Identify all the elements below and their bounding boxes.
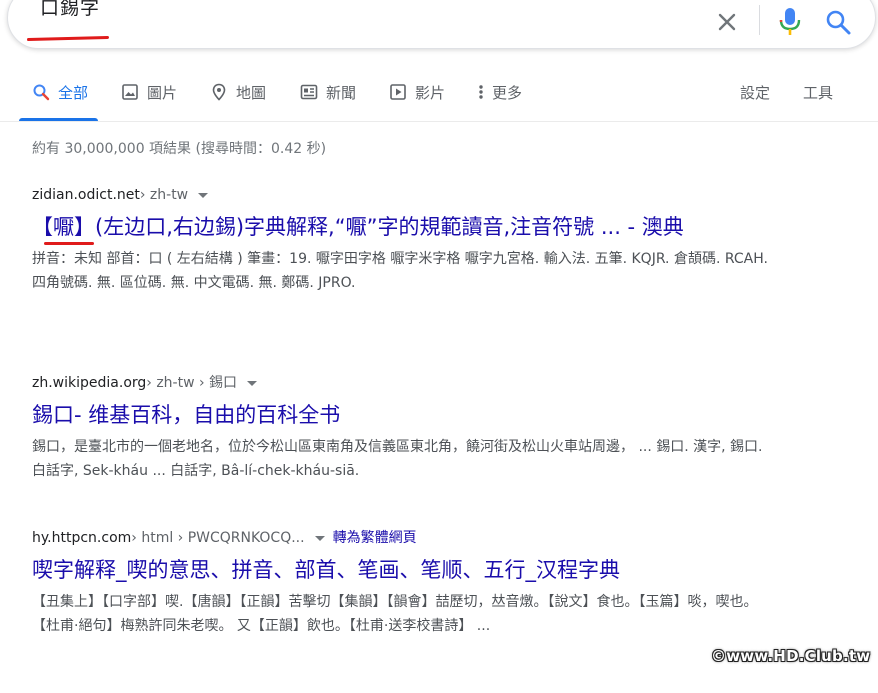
result-stats: 約有 30,000,000 項結果 (搜尋時間：0.42 秒)	[32, 141, 327, 157]
result-path: › html › PWCQRNKOCQ...	[131, 530, 305, 546]
search-result: zh.wikipedia.org › zh-tw › 錫口 錫口- 维基百科，自…	[32, 372, 792, 483]
result-url[interactable]: zidian.odict.net › zh-tw	[32, 184, 792, 206]
tools-link[interactable]: 工具	[803, 80, 833, 104]
result-snippet: 拼音：未知 部首：口 ( 左右結構 ) 筆畫：19. 嚈字田字格 嚈字米字格 嚈…	[32, 251, 768, 291]
search-tabs: 全部 圖片 地圖 新聞 影片 更多 設定 工具	[0, 68, 878, 121]
search-divider	[759, 5, 760, 35]
result-site: hy.httpcn.com	[32, 530, 132, 546]
result-title-link[interactable]: 錫口- 维基百科，自由的百科全书	[32, 400, 792, 430]
search-result: zidian.odict.net › zh-tw 【嚈】(左边口,右边錫)字典解…	[32, 184, 792, 295]
chevron-down-icon[interactable]	[198, 192, 209, 198]
search-icon	[33, 84, 50, 101]
tab-label: 新聞	[326, 83, 357, 102]
result-site: zh.wikipedia.org	[32, 375, 147, 391]
result-path: › zh-tw › 錫口	[146, 375, 238, 391]
tab-more[interactable]: 更多	[476, 80, 522, 104]
tab-maps[interactable]: 地圖	[210, 80, 266, 104]
search-input[interactable]: 口錫字	[40, 0, 100, 20]
play-icon	[390, 84, 406, 100]
map-pin-icon	[212, 83, 226, 101]
result-site: zidian.odict.net	[32, 187, 140, 203]
tab-label: 圖片	[147, 83, 178, 102]
newspaper-icon	[300, 84, 318, 100]
tab-label: 地圖	[236, 83, 267, 102]
result-title-link[interactable]: 【嚈】(左边口,右边錫)字典解释,“嚈”字的規範讀音,注音符號 ... - 澳典	[32, 212, 792, 242]
search-result: hy.httpcn.com › html › PWCQRNKOCQ... 轉為繁…	[32, 527, 792, 638]
clear-icon[interactable]	[713, 8, 741, 36]
result-snippet: 【丑集上】【口字部】喫.【唐韻】【正韻】苦擊切【集韻】【韻會】喆歷切，𠀤音燉。【…	[32, 594, 758, 634]
tab-label: 影片	[415, 83, 446, 102]
result-path: › zh-tw	[139, 187, 189, 203]
chevron-down-icon[interactable]	[247, 380, 258, 386]
result-url[interactable]: hy.httpcn.com › html › PWCQRNKOCQ... 轉為繁…	[32, 527, 792, 549]
watermark: ©www.HD.Club.tw	[711, 647, 871, 665]
result-snippet: 錫口，是臺北市的一個老地名，位於今松山區東南角及信義區東北角，饒河街及松山火車站…	[32, 439, 763, 479]
tab-news[interactable]: 新聞	[300, 80, 356, 104]
image-icon	[122, 84, 138, 100]
microphone-icon[interactable]	[778, 7, 802, 37]
settings-link[interactable]: 設定	[740, 80, 770, 104]
result-title-link[interactable]: 喫字解释_喫的意思、拼音、部首、笔画、笔顺、五行_汉程字典	[32, 555, 792, 585]
search-icon[interactable]	[824, 8, 852, 36]
tab-label: 更多	[492, 83, 523, 102]
tabs-divider	[0, 121, 878, 122]
tab-all[interactable]: 全部	[32, 80, 88, 104]
tab-label: 全部	[58, 83, 89, 102]
tab-images[interactable]: 圖片	[121, 80, 177, 104]
chevron-down-icon[interactable]	[314, 535, 325, 541]
title-annotation-underline	[44, 242, 94, 245]
result-url[interactable]: zh.wikipedia.org › zh-tw › 錫口	[32, 372, 792, 394]
translate-link[interactable]: 轉為繁體網頁	[333, 527, 417, 549]
more-vert-icon	[479, 85, 483, 99]
tab-videos[interactable]: 影片	[389, 80, 445, 104]
search-box[interactable]: 口錫字	[7, 0, 876, 49]
